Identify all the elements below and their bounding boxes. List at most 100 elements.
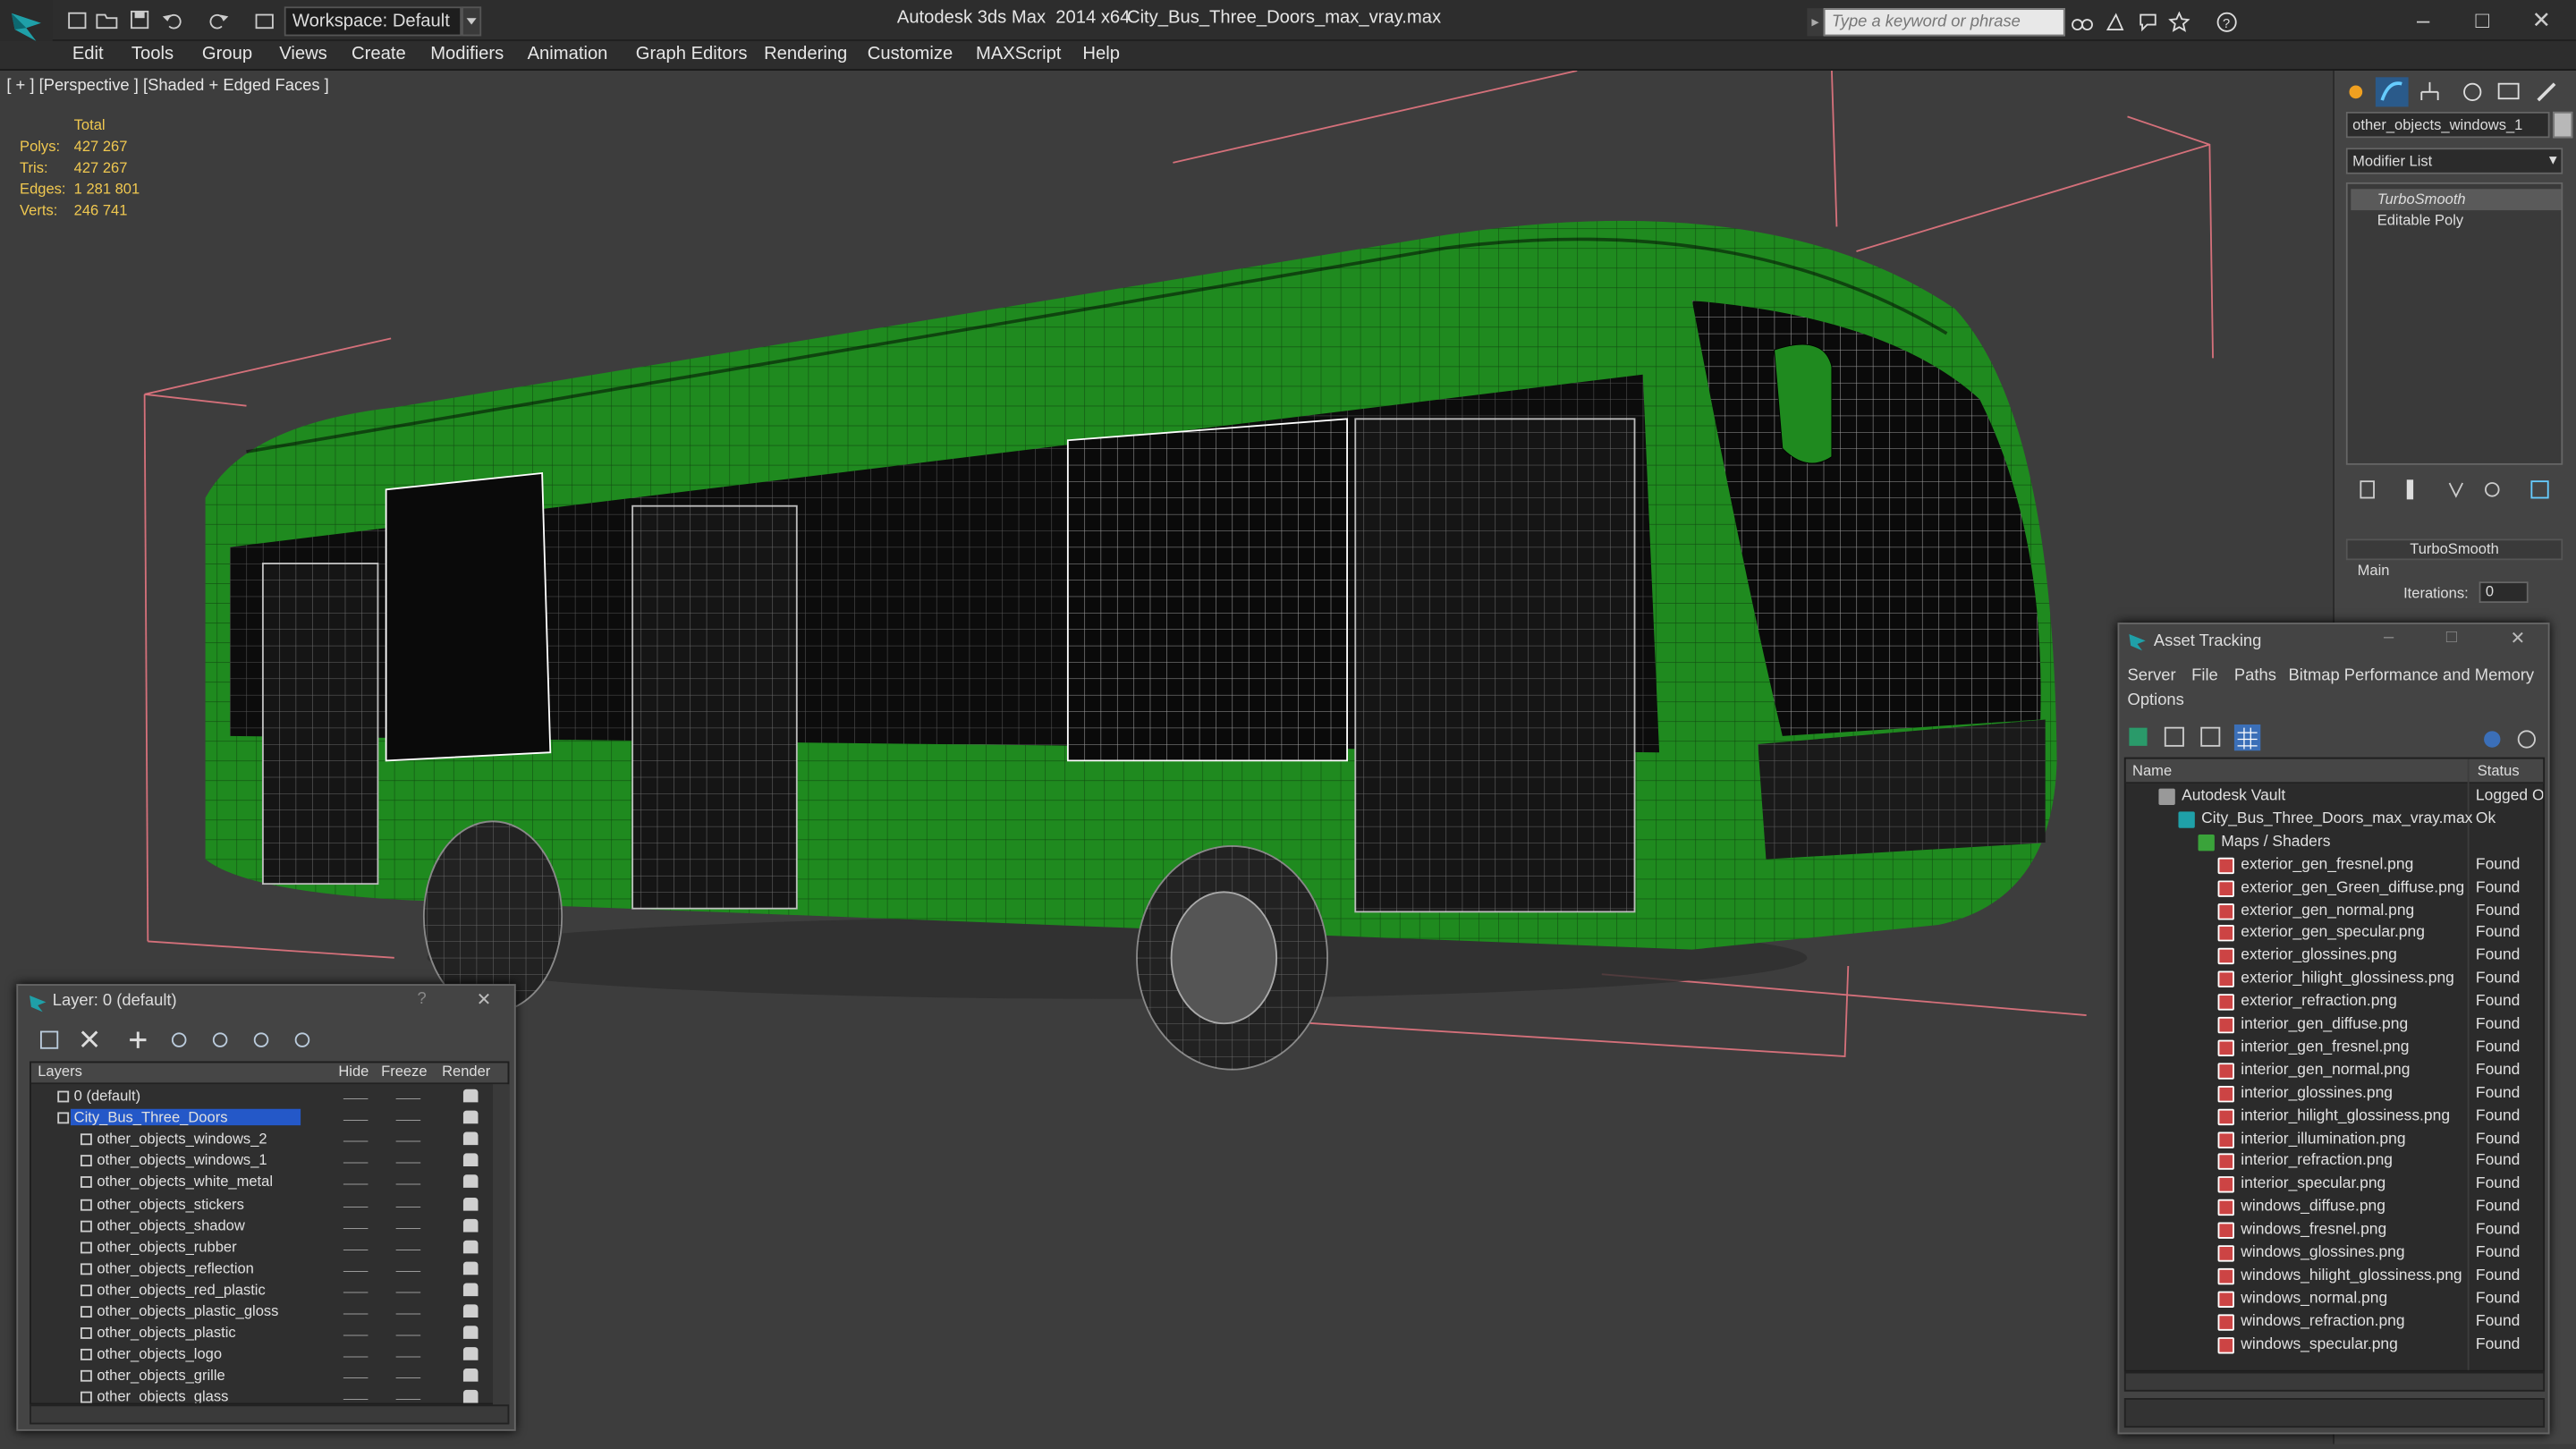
asset-row[interactable]: City_Bus_Three_Doors_max_vray.max Ok	[2126, 808, 2544, 831]
freeze-toggle[interactable]: ——	[396, 1177, 421, 1192]
at-horizontal-scrollbar[interactable]	[2123, 1371, 2546, 1392]
hide-toggle[interactable]: ——	[343, 1091, 369, 1106]
iterations-spinner[interactable]: 0	[2479, 581, 2529, 604]
layer-row[interactable]: 0 (default) —— ——	[31, 1086, 495, 1107]
search-expand-arrow[interactable]: ▸	[1807, 8, 1824, 37]
layer-row[interactable]: other_objects_reflection —— ——	[31, 1258, 495, 1280]
asset-row[interactable]: windows_hilight_glossiness.png Found	[2126, 1265, 2544, 1288]
open-file-icon[interactable]	[96, 8, 119, 31]
render-teapot-icon[interactable]	[462, 1368, 479, 1383]
layer-row[interactable]: other_objects_rubber —— ——	[31, 1236, 495, 1258]
at-help-icons[interactable]	[2482, 728, 2541, 751]
layer-toolbar-icons[interactable]	[38, 1027, 317, 1053]
freeze-toggle[interactable]: ——	[396, 1220, 421, 1235]
menu-animation[interactable]: Animation	[528, 45, 608, 64]
create-tab-icon[interactable]	[2339, 77, 2372, 106]
favorites-star-icon[interactable]	[2168, 11, 2190, 33]
search-input[interactable]: Type a keyword or phrase	[1823, 8, 2065, 37]
menu-edit[interactable]: Edit	[72, 45, 104, 64]
layer-row[interactable]: other_objects_logo —— ——	[31, 1344, 495, 1366]
asset-row[interactable]: interior_gen_fresnel.png Found	[2126, 1037, 2544, 1060]
menu-create[interactable]: Create	[352, 45, 406, 64]
hierarchy-tab-icon[interactable]	[2413, 77, 2446, 106]
render-teapot-icon[interactable]	[462, 1326, 479, 1340]
turbosmooth-rollout-header[interactable]: TurboSmooth	[2345, 538, 2563, 561]
asset-row[interactable]: exterior_gen_Green_diffuse.png Found	[2126, 877, 2544, 900]
menu-customize[interactable]: Customize	[868, 45, 953, 64]
freeze-toggle[interactable]: ——	[396, 1091, 421, 1106]
close-button[interactable]: ✕	[2525, 5, 2558, 35]
render-teapot-icon[interactable]	[462, 1283, 479, 1296]
hide-toggle[interactable]: ——	[343, 1156, 369, 1171]
hide-toggle[interactable]: ——	[343, 1327, 369, 1343]
layer-vertical-scrollbar[interactable]	[493, 1084, 510, 1405]
workspace-dropdown[interactable]: Workspace: Default	[284, 6, 462, 37]
asset-row[interactable]: windows_refraction.png Found	[2126, 1310, 2544, 1334]
at-maximize-button[interactable]: □	[2446, 628, 2457, 648]
display-tab-icon[interactable]	[2492, 77, 2525, 106]
asset-row[interactable]: interior_illumination.png Found	[2126, 1128, 2544, 1151]
utilities-tab-icon[interactable]	[2530, 77, 2563, 106]
freeze-toggle[interactable]: ——	[396, 1241, 421, 1257]
menu-modifiers[interactable]: Modifiers	[430, 45, 504, 64]
menu-help[interactable]: Help	[1082, 45, 1120, 64]
layer-row[interactable]: other_objects_red_plastic —— ——	[31, 1280, 495, 1301]
hide-toggle[interactable]: ——	[343, 1220, 369, 1235]
layer-row[interactable]: other_objects_grille —— ——	[31, 1366, 495, 1387]
menu-maxscript[interactable]: MAXScript	[976, 45, 1061, 64]
asset-row[interactable]: windows_fresnel.png Found	[2126, 1219, 2544, 1242]
undo-icon[interactable]	[161, 8, 184, 31]
menu-group[interactable]: Group	[202, 45, 252, 64]
freeze-toggle[interactable]: ——	[396, 1156, 421, 1171]
asset-row[interactable]: interior_refraction.png Found	[2126, 1150, 2544, 1174]
new-file-icon[interactable]	[65, 8, 89, 31]
render-teapot-icon[interactable]	[462, 1089, 479, 1103]
layer-row[interactable]: other_objects_shadow —— ——	[31, 1215, 495, 1236]
at-minimize-button[interactable]: –	[2384, 628, 2394, 648]
at-close-button[interactable]: ✕	[2510, 628, 2525, 648]
freeze-toggle[interactable]: ——	[396, 1392, 421, 1402]
stack-item-turbosmooth[interactable]: TurboSmooth	[2351, 189, 2562, 211]
layer-col-freeze[interactable]: Freeze	[381, 1063, 427, 1079]
layer-row[interactable]: other_objects_glass —— ——	[31, 1387, 495, 1403]
stack-tools-icons[interactable]	[2358, 478, 2555, 501]
layer-col-layers[interactable]: Layers	[38, 1063, 82, 1079]
asset-row[interactable]: interior_hilight_glossiness.png Found	[2126, 1105, 2544, 1128]
freeze-toggle[interactable]: ——	[396, 1306, 421, 1321]
layer-row[interactable]: other_objects_white_metal —— ——	[31, 1172, 495, 1193]
layer-row[interactable]: other_objects_stickers —— ——	[31, 1193, 495, 1215]
hide-toggle[interactable]: ——	[343, 1349, 369, 1364]
chevron-down-icon[interactable]: ▼	[2543, 148, 2563, 174]
asset-row[interactable]: Autodesk Vault Logged O	[2126, 785, 2543, 809]
maximize-button[interactable]: □	[2466, 5, 2499, 35]
asset-row[interactable]: windows_specular.png Found	[2126, 1334, 2544, 1357]
save-file-icon[interactable]	[128, 8, 151, 31]
at-col-name[interactable]: Name	[2132, 762, 2172, 778]
project-folder-icon[interactable]	[253, 8, 276, 31]
layer-col-render[interactable]: Render	[442, 1063, 490, 1079]
render-teapot-icon[interactable]	[462, 1390, 479, 1403]
freeze-toggle[interactable]: ——	[396, 1263, 421, 1278]
at-menu-file[interactable]: File	[2191, 667, 2218, 685]
menu-rendering[interactable]: Rendering	[764, 45, 847, 64]
binoculars-icon[interactable]	[2072, 12, 2093, 33]
hide-toggle[interactable]: ——	[343, 1392, 369, 1402]
layer-close-button[interactable]: ✕	[477, 989, 492, 1011]
hide-toggle[interactable]: ——	[343, 1370, 369, 1385]
asset-row[interactable]: interior_specular.png Found	[2126, 1174, 2544, 1197]
layer-horizontal-scrollbar[interactable]	[30, 1404, 510, 1425]
layer-help-button[interactable]: ?	[418, 991, 427, 1009]
render-teapot-icon[interactable]	[462, 1347, 479, 1361]
at-col-status[interactable]: Status	[2478, 762, 2520, 778]
asset-row[interactable]: interior_gen_diffuse.png Found	[2126, 1013, 2544, 1037]
hide-toggle[interactable]: ——	[343, 1306, 369, 1321]
hide-toggle[interactable]: ——	[343, 1113, 369, 1128]
minimize-button[interactable]: –	[2407, 5, 2440, 35]
motion-tab-icon[interactable]	[2456, 77, 2489, 106]
stack-item-editable-poly[interactable]: Editable Poly	[2351, 210, 2561, 232]
layer-row[interactable]: other_objects_windows_1 —— ——	[31, 1150, 495, 1172]
hide-toggle[interactable]: ——	[343, 1263, 369, 1278]
render-teapot-icon[interactable]	[462, 1131, 479, 1146]
asset-row[interactable]: exterior_gen_fresnel.png Found	[2126, 854, 2544, 877]
at-menu-paths[interactable]: Paths	[2234, 667, 2276, 685]
